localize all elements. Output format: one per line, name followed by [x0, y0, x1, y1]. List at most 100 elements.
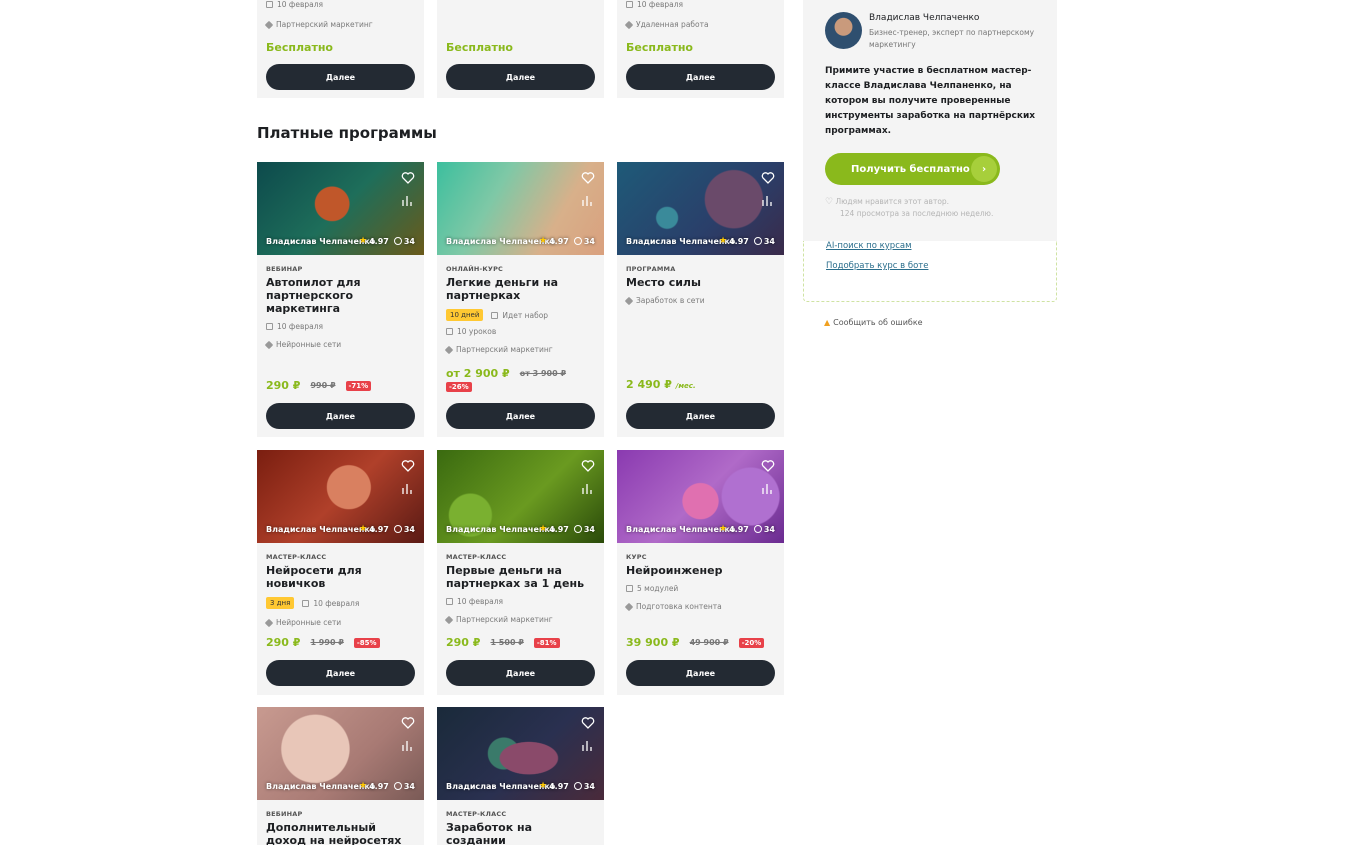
- stats-icon[interactable]: [401, 483, 413, 495]
- tag-text: Партнерский маркетинг: [456, 345, 553, 354]
- heart-icon[interactable]: [761, 459, 775, 473]
- free-card[interactable]: 10 февраля Удаленная работа Бесплатно Да…: [617, 0, 784, 98]
- course-card[interactable]: Владислав Челпаченко ★ 4.97 34 КУРС Нейрои…: [617, 450, 784, 695]
- next-button[interactable]: Далее: [446, 64, 595, 90]
- modules-meta: 5 модулей: [626, 584, 775, 593]
- views-count: 34: [583, 781, 595, 791]
- course-image[interactable]: Владислав Челпаченко ★ 4.97 34: [257, 707, 424, 800]
- stats-icon[interactable]: [401, 740, 413, 752]
- price-value: 2 490 ₽: [626, 378, 672, 391]
- tag-meta: Партнерский маркетинг: [444, 345, 595, 354]
- course-card[interactable]: Владислав Челпаченко ★ 4.97 34 МАСТЕР-КЛАС…: [257, 450, 424, 695]
- rating-value: 4.97: [369, 236, 389, 246]
- course-image[interactable]: Владислав Челпаченко ★ 4.97 34: [257, 450, 424, 543]
- next-button[interactable]: Далее: [626, 660, 775, 686]
- next-button[interactable]: Далее: [266, 64, 415, 90]
- price-row: 290 ₽ 1 500 ₽ -81%: [446, 636, 560, 649]
- views-count: 34: [763, 524, 775, 534]
- price-row: от 2 900 ₽ от 3 900 ₽: [446, 367, 566, 380]
- old-price: 1 990 ₽: [310, 638, 344, 647]
- next-button[interactable]: Далее: [626, 64, 775, 90]
- heart-icon[interactable]: [581, 171, 595, 185]
- views-icon: [393, 525, 402, 533]
- discount-badge: -85%: [353, 637, 380, 648]
- calendar-icon: [302, 599, 310, 607]
- course-card[interactable]: Владислав Челпаченко ★ 4.97 34 ВЕБИНАР Доп…: [257, 707, 424, 845]
- tag-text: Нейронные сети: [276, 618, 342, 627]
- rating: ★ 4.97 34: [539, 236, 595, 246]
- heart-icon[interactable]: [581, 716, 595, 730]
- course-image[interactable]: Владислав Челпаченко ★ 4.97 34: [437, 162, 604, 255]
- tag-icon: [624, 296, 634, 305]
- course-card[interactable]: Владислав Челпаченко ★ 4.97 34 МАСТЕР-КЛАС…: [437, 707, 604, 845]
- course-card[interactable]: Владислав Челпаченко ★ 4.97 34 ВЕБИНАР Авт…: [257, 162, 424, 437]
- heart-icon[interactable]: [761, 171, 775, 185]
- old-price: 49 900 ₽: [689, 638, 729, 647]
- tag-icon: [444, 615, 454, 624]
- course-title[interactable]: Первые деньги на партнерках за 1 день: [446, 564, 595, 590]
- author-role: Бизнес-тренер, эксперт по партнерскому м…: [869, 28, 1035, 49]
- rating-value: 4.97: [729, 524, 749, 534]
- course-title[interactable]: Нейросети для новичков: [266, 564, 415, 590]
- heart-icon[interactable]: [401, 716, 415, 730]
- course-image[interactable]: Владислав Челпаченко ★ 4.97 34: [257, 162, 424, 255]
- course-image[interactable]: Владислав Челпаченко ★ 4.97 34: [617, 450, 784, 543]
- course-title[interactable]: Дополнительный доход на нейросетях: [266, 821, 415, 845]
- bot-link[interactable]: Подобрать курс в боте: [826, 261, 928, 271]
- badge-meta: 10 дней Идет набор: [446, 309, 595, 321]
- discount-badge: -81%: [533, 637, 560, 648]
- course-type: МАСТЕР-КЛАСС: [266, 553, 327, 561]
- calendar-icon: [491, 311, 499, 319]
- course-card[interactable]: Владислав Челпаченко ★ 4.97 34 ОНЛАЙН-КУРС…: [437, 162, 604, 437]
- course-image[interactable]: Владислав Челпаченко ★ 4.97 34: [437, 707, 604, 800]
- report-error-link[interactable]: ▲ Сообщить об ошибке: [824, 318, 923, 327]
- next-button[interactable]: Далее: [626, 403, 775, 429]
- price-row: 2 490 ₽ /мес.: [626, 378, 696, 391]
- tag-text: Подготовка контента: [636, 602, 722, 611]
- likes-line2: 124 просмотра за последнюю неделю.: [840, 209, 994, 218]
- course-card[interactable]: Владислав Челпаченко ★ 4.97 34 МАСТЕР-КЛАС…: [437, 450, 604, 695]
- rating: ★ 4.97 34: [359, 524, 415, 534]
- course-image[interactable]: Владислав Челпаченко ★ 4.97 34: [437, 450, 604, 543]
- ai-search-link[interactable]: AI-поиск по курсам: [826, 241, 912, 251]
- price-row: 290 ₽ 1 990 ₽ -85%: [266, 636, 380, 649]
- heart-icon[interactable]: [581, 459, 595, 473]
- stats-icon[interactable]: [401, 195, 413, 207]
- free-card[interactable]: Бесплатно Далее: [437, 0, 604, 98]
- tag-meta: Заработок в сети: [624, 296, 775, 305]
- course-title[interactable]: Автопилот для партнерского маркетинга: [266, 276, 415, 315]
- course-title[interactable]: Нейроинженер: [626, 564, 775, 577]
- heart-icon[interactable]: [401, 171, 415, 185]
- star-icon: ★: [539, 524, 548, 534]
- course-card[interactable]: Владислав Челпаченко ★ 4.97 34 ПРОГРАММА М…: [617, 162, 784, 437]
- rating: ★ 4.97 34: [359, 236, 415, 246]
- course-title[interactable]: Заработок на создании нейрокартинок: [446, 821, 595, 845]
- course-title[interactable]: Легкие деньги на партнерках: [446, 276, 595, 302]
- date-text: 10 февраля: [313, 598, 360, 608]
- next-button[interactable]: Далее: [266, 403, 415, 429]
- stats-icon[interactable]: [761, 195, 773, 207]
- heart-icon[interactable]: [401, 459, 415, 473]
- avatar: [825, 12, 862, 49]
- views-count: 34: [763, 236, 775, 246]
- stats-icon[interactable]: [581, 483, 593, 495]
- next-button[interactable]: Далее: [446, 403, 595, 429]
- price: Бесплатно: [266, 41, 333, 54]
- next-button[interactable]: Далее: [266, 660, 415, 686]
- course-image[interactable]: Владислав Челпаченко ★ 4.97 34: [617, 162, 784, 255]
- warning-icon: ▲: [824, 318, 831, 327]
- rating: ★ 4.97 34: [539, 781, 595, 791]
- free-card[interactable]: 10 февраля Партнерский маркетинг Бесплат…: [257, 0, 424, 98]
- course-title[interactable]: Место силы: [626, 276, 775, 289]
- likes-line1: Людям нравится этот автор.: [835, 197, 950, 206]
- author-name[interactable]: Владислав Челпаченко: [869, 13, 979, 23]
- get-free-button[interactable]: Получить бесплатно ›: [825, 153, 1000, 185]
- next-button[interactable]: Далее: [446, 660, 595, 686]
- stats-icon[interactable]: [581, 740, 593, 752]
- stats-icon[interactable]: [761, 483, 773, 495]
- promo-description: Примите участие в бесплатном мастер-клас…: [825, 66, 1036, 136]
- tag-meta: Нейронные сети: [264, 618, 415, 627]
- views-icon: [753, 237, 762, 245]
- stats-icon[interactable]: [581, 195, 593, 207]
- rating-value: 4.97: [369, 524, 389, 534]
